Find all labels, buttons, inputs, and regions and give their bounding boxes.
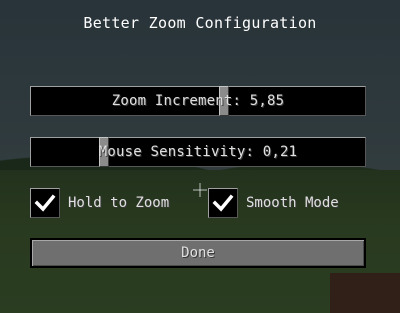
hold-to-zoom-checkbox[interactable]: Hold to Zoom: [30, 188, 169, 218]
checkmark-icon: [212, 194, 234, 212]
mouse-sensitivity-slider[interactable]: Mouse Sensitivity: 0,21: [30, 137, 366, 167]
screen-title: Better Zoom Configuration: [83, 14, 317, 32]
checkbox-label: Hold to Zoom: [68, 195, 170, 211]
slider-knob[interactable]: [99, 137, 109, 167]
crosshair-icon: [193, 183, 207, 197]
slider-knob[interactable]: [219, 86, 229, 116]
checkbox-box[interactable]: [208, 188, 238, 218]
smooth-mode-checkbox[interactable]: Smooth Mode: [208, 188, 339, 218]
done-button[interactable]: Done: [30, 238, 366, 268]
checkbox-box[interactable]: [30, 188, 60, 218]
slider-label: Mouse Sensitivity: 0,21: [98, 144, 298, 160]
checkbox-label: Smooth Mode: [246, 195, 339, 211]
checkmark-icon: [34, 194, 56, 212]
slider-label: Zoom Increment: 5,85: [111, 93, 285, 109]
zoom-increment-slider[interactable]: Zoom Increment: 5,85: [30, 86, 366, 116]
